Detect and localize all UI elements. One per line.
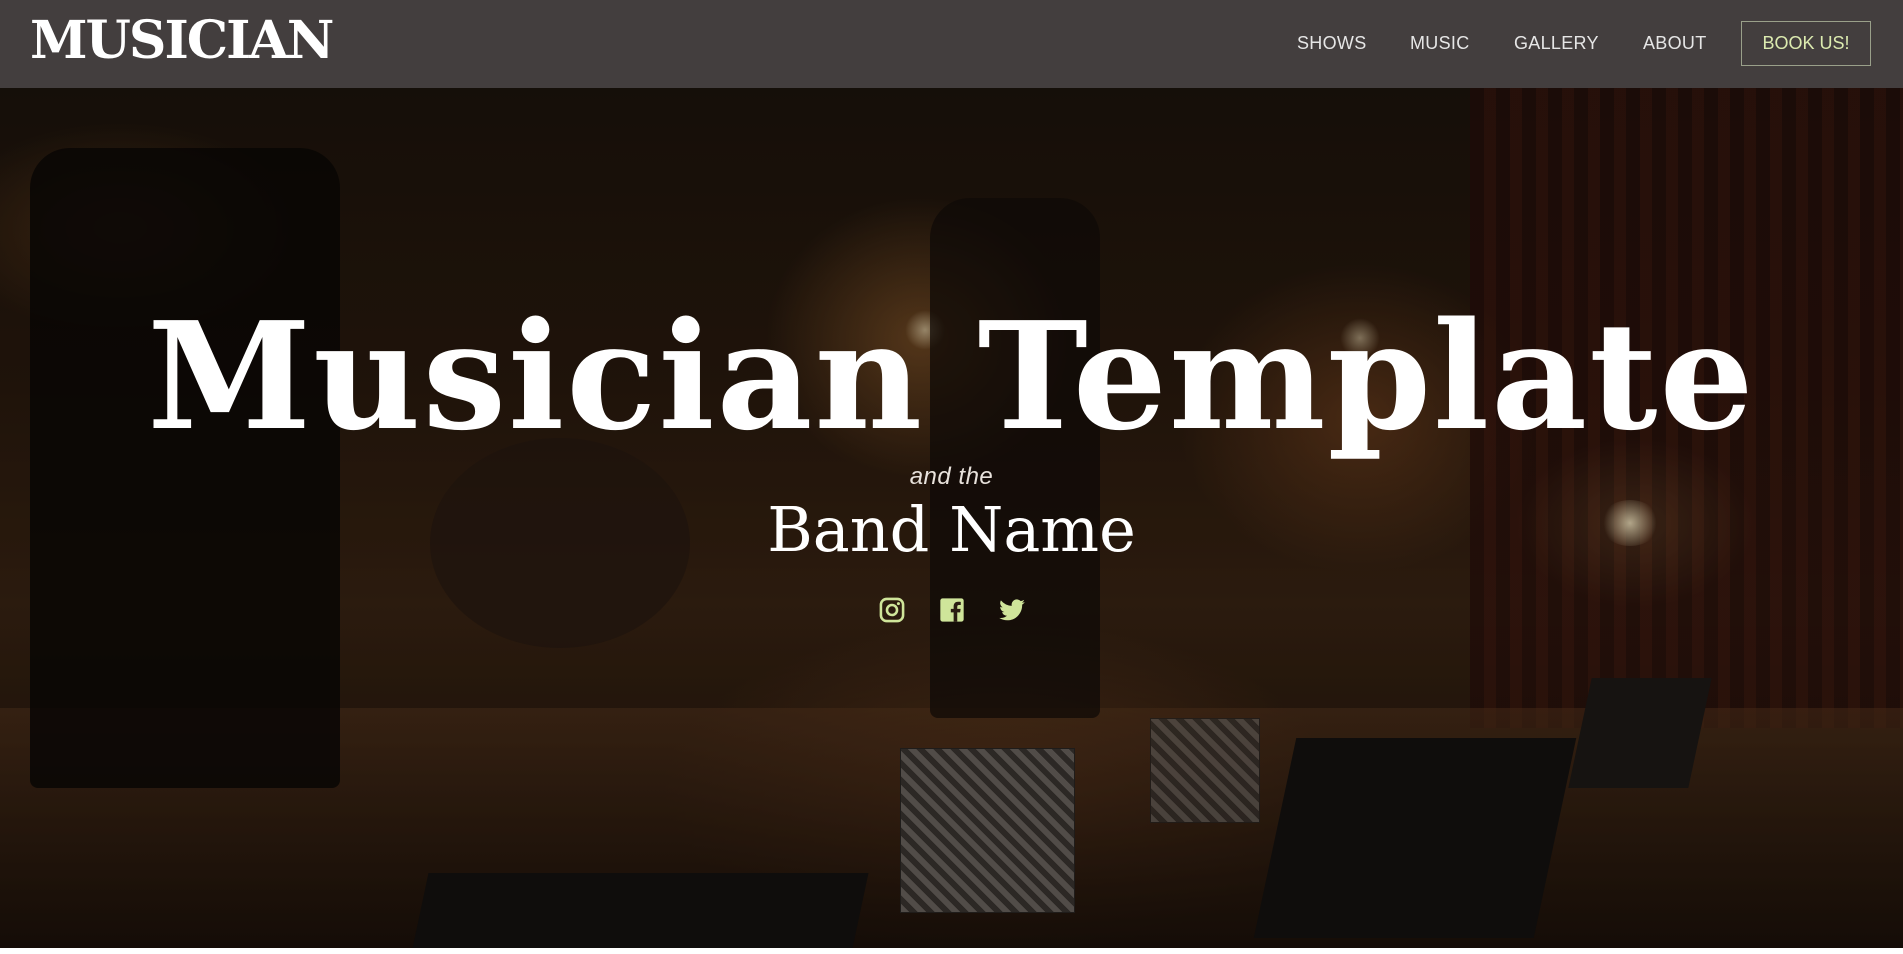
page-bottom-edge — [0, 948, 1903, 954]
hero-subtitle: and the — [909, 463, 994, 490]
social-links — [0, 596, 1903, 624]
instagram-icon[interactable] — [878, 596, 906, 624]
book-us-button[interactable]: BOOK US! — [1741, 21, 1871, 66]
top-navbar: MUSICIAN SHOWS MUSIC GALLERY ABOUT BOOK … — [0, 0, 1903, 88]
hero-title: Musician Template — [147, 289, 1756, 463]
brand-logo[interactable]: MUSICIAN — [30, 12, 334, 69]
nav-music[interactable]: MUSIC — [1410, 33, 1470, 54]
facebook-icon[interactable] — [938, 596, 966, 624]
hero-band-name: Band Name — [767, 493, 1136, 566]
hero-section: Musician Template and the Band Name — [0, 88, 1903, 948]
nav-about[interactable]: ABOUT — [1643, 33, 1707, 54]
twitter-icon[interactable] — [998, 596, 1026, 624]
nav-gallery[interactable]: GALLERY — [1514, 33, 1599, 54]
nav-shows[interactable]: SHOWS — [1297, 33, 1367, 54]
